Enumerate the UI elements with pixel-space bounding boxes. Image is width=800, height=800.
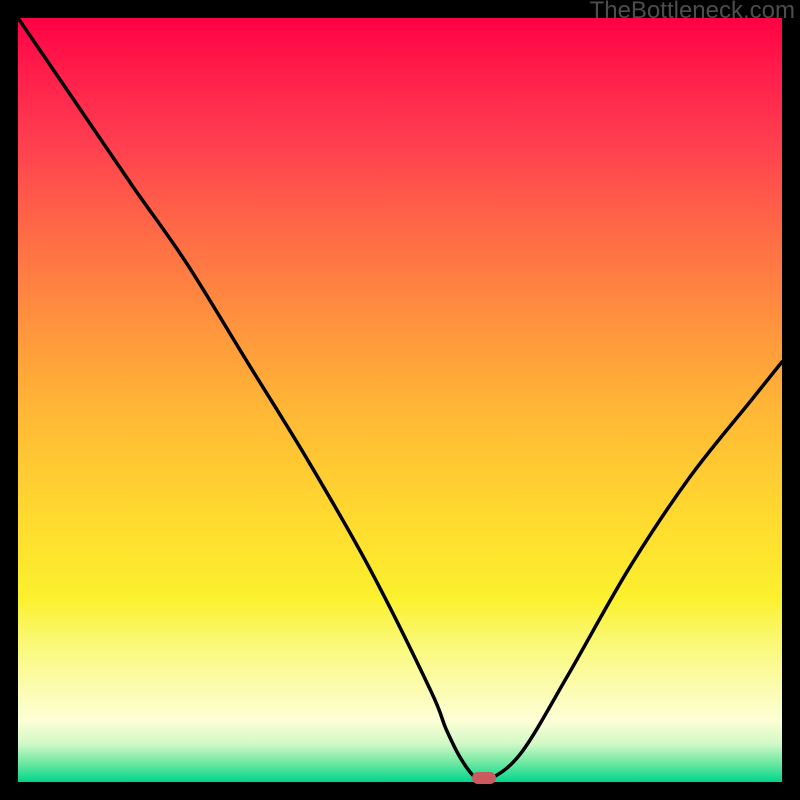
bottleneck-curve [18, 18, 782, 782]
watermark-text: TheBottleneck.com [590, 0, 795, 25]
curve-path [18, 18, 782, 781]
chart-frame: TheBottleneck.com [0, 0, 800, 800]
plot-area [18, 18, 782, 782]
optimal-point-marker [472, 772, 496, 784]
